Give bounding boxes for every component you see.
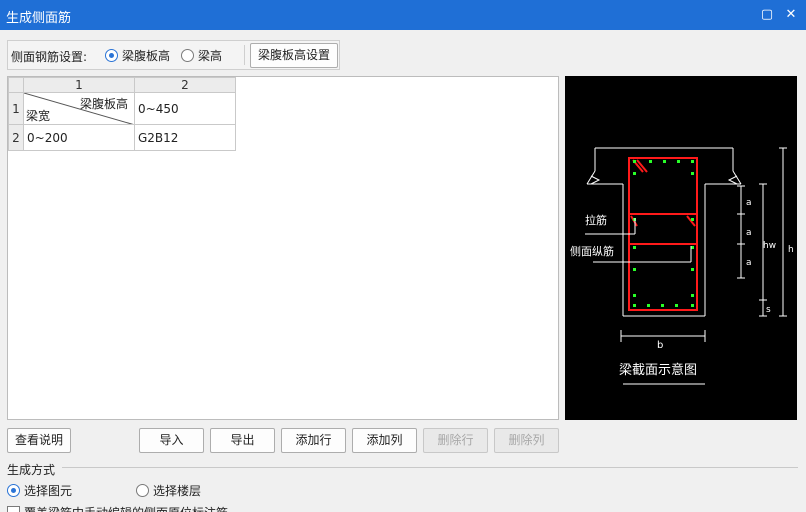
settings-label: 侧面钢筋设置: [11,50,88,64]
separator [244,45,245,65]
table-cell[interactable]: 0~200 [23,124,135,151]
web-height-settings-button[interactable]: 梁腹板高设置 [250,43,338,68]
radio-label: 选择楼层 [153,483,202,498]
checkbox-box [7,505,20,512]
title-bar: 生成侧面筋 ▢ ✕ [0,0,806,30]
import-button[interactable]: 导入 [139,428,204,453]
close-icon[interactable]: ✕ [779,3,803,27]
diagonal-header-cell[interactable]: 梁腹板高 梁宽 [23,92,135,125]
dim-a-label: a [746,258,752,268]
radio-select-floors[interactable]: 选择楼层 [136,482,201,498]
radio-circle [136,483,149,497]
export-button[interactable]: 导出 [210,428,275,453]
view-help-button[interactable]: 查看说明 [7,428,71,453]
dim-a-label: a [746,228,752,238]
diagram-svg: 拉筋 侧面纵筋 a a a hw h s b 梁截面示意图 [570,147,794,385]
window-title: 生成侧面筋 [6,11,72,26]
add-column-button[interactable]: 添加列 [352,428,417,453]
checkbox-label: 覆盖梁筋中手动编辑的侧面原位标注筋 [24,504,228,512]
radio-label: 梁腹板高 [122,48,171,63]
radio-web-height[interactable]: 梁腹板高 [105,47,170,63]
dim-a-label: a [746,198,752,208]
col-header[interactable]: 1 [23,77,135,93]
radio-label: 梁高 [198,48,223,63]
corner-top-label: 梁腹板高 [79,97,128,111]
override-manual-checkbox[interactable]: 覆盖梁筋中手动编辑的侧面原位标注筋 [7,504,228,512]
dim-b-label: b [657,340,663,351]
rebar-table-panel: 1 2 1 梁腹板高 梁宽 0~450 2 0~200 G2B12 [7,76,559,420]
row-header[interactable]: 1 [8,92,24,125]
tie-bar-label: 拉筋 [585,213,607,227]
table-cell[interactable]: 0~450 [134,92,236,125]
add-row-button[interactable]: 添加行 [281,428,346,453]
radio-label: 选择图元 [24,483,73,498]
rebar-table: 1 2 1 梁腹板高 梁宽 0~450 2 0~200 G2B12 [8,77,236,151]
maximize-icon[interactable]: ▢ [755,3,779,27]
radio-circle [181,48,194,62]
dim-hw-label: hw [763,241,776,251]
radio-select-elements[interactable]: 选择图元 [7,482,72,498]
beam-section-diagram: 拉筋 侧面纵筋 a a a hw h s b 梁截面示意图 [565,76,797,420]
radio-beam-height[interactable]: 梁高 [181,47,222,63]
generate-method-title: 生成方式 [7,463,56,477]
table-cell[interactable]: G2B12 [134,124,236,151]
delete-row-button[interactable]: 删除行 [423,428,488,453]
side-rebar-settings: 侧面钢筋设置: 梁腹板高 梁高 梁腹板高设置 [7,40,340,70]
section-divider [62,467,798,468]
delete-column-button[interactable]: 删除列 [494,428,559,453]
dim-h-label: h [788,245,794,255]
dim-s-label: s [766,305,771,315]
row-header[interactable]: 2 [8,124,24,151]
corner-bottom-label: 梁宽 [26,109,51,123]
side-bar-label: 侧面纵筋 [570,244,614,258]
col-header[interactable]: 2 [134,77,236,93]
radio-circle [7,483,20,497]
diagram-caption: 梁截面示意图 [619,362,697,378]
table-corner [8,77,24,93]
radio-circle [105,48,118,62]
